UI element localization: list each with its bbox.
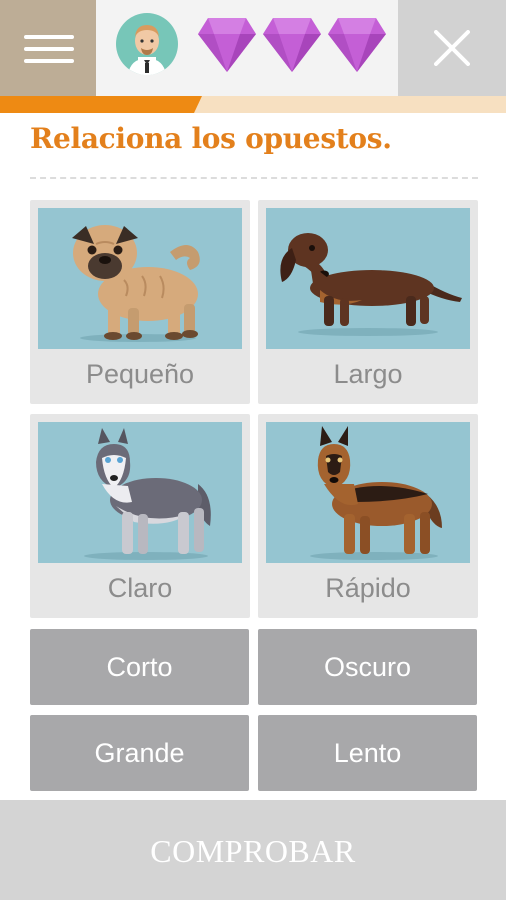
instruction-title: Relaciona los opuestos. xyxy=(30,122,392,155)
progress-fill xyxy=(0,96,202,113)
teacher-avatar-icon xyxy=(116,13,178,75)
diamond-icon xyxy=(263,18,321,72)
card-label: Rápido xyxy=(325,573,411,603)
card-largo[interactable]: Largo xyxy=(258,200,478,404)
card-rapido[interactable]: Rápido xyxy=(258,414,478,618)
german-shepherd-dog-image xyxy=(266,422,470,563)
card-label: Pequeño xyxy=(85,359,195,389)
close-icon xyxy=(434,30,470,66)
card-label: Claro xyxy=(107,573,173,603)
option-lento[interactable]: Lento xyxy=(258,715,477,791)
check-button[interactable]: COMPROBAR xyxy=(0,800,506,900)
option-grande[interactable]: Grande xyxy=(30,715,249,791)
pug-dog-image xyxy=(38,208,242,349)
option-oscuro[interactable]: Oscuro xyxy=(258,629,477,705)
option-corto[interactable]: Corto xyxy=(30,629,249,705)
hamburger-icon xyxy=(24,35,74,39)
diamond-icon xyxy=(328,18,386,72)
card-pequeno[interactable]: Pequeño xyxy=(30,200,250,404)
top-bar xyxy=(0,0,506,96)
husky-dog-image xyxy=(38,422,242,563)
close-button[interactable] xyxy=(398,0,506,96)
diamond-icon xyxy=(198,18,256,72)
dashed-divider xyxy=(30,177,478,179)
card-claro[interactable]: Claro xyxy=(30,414,250,618)
menu-button[interactable] xyxy=(0,0,96,96)
dachshund-dog-image xyxy=(266,208,470,349)
card-label: Largo xyxy=(333,359,403,389)
